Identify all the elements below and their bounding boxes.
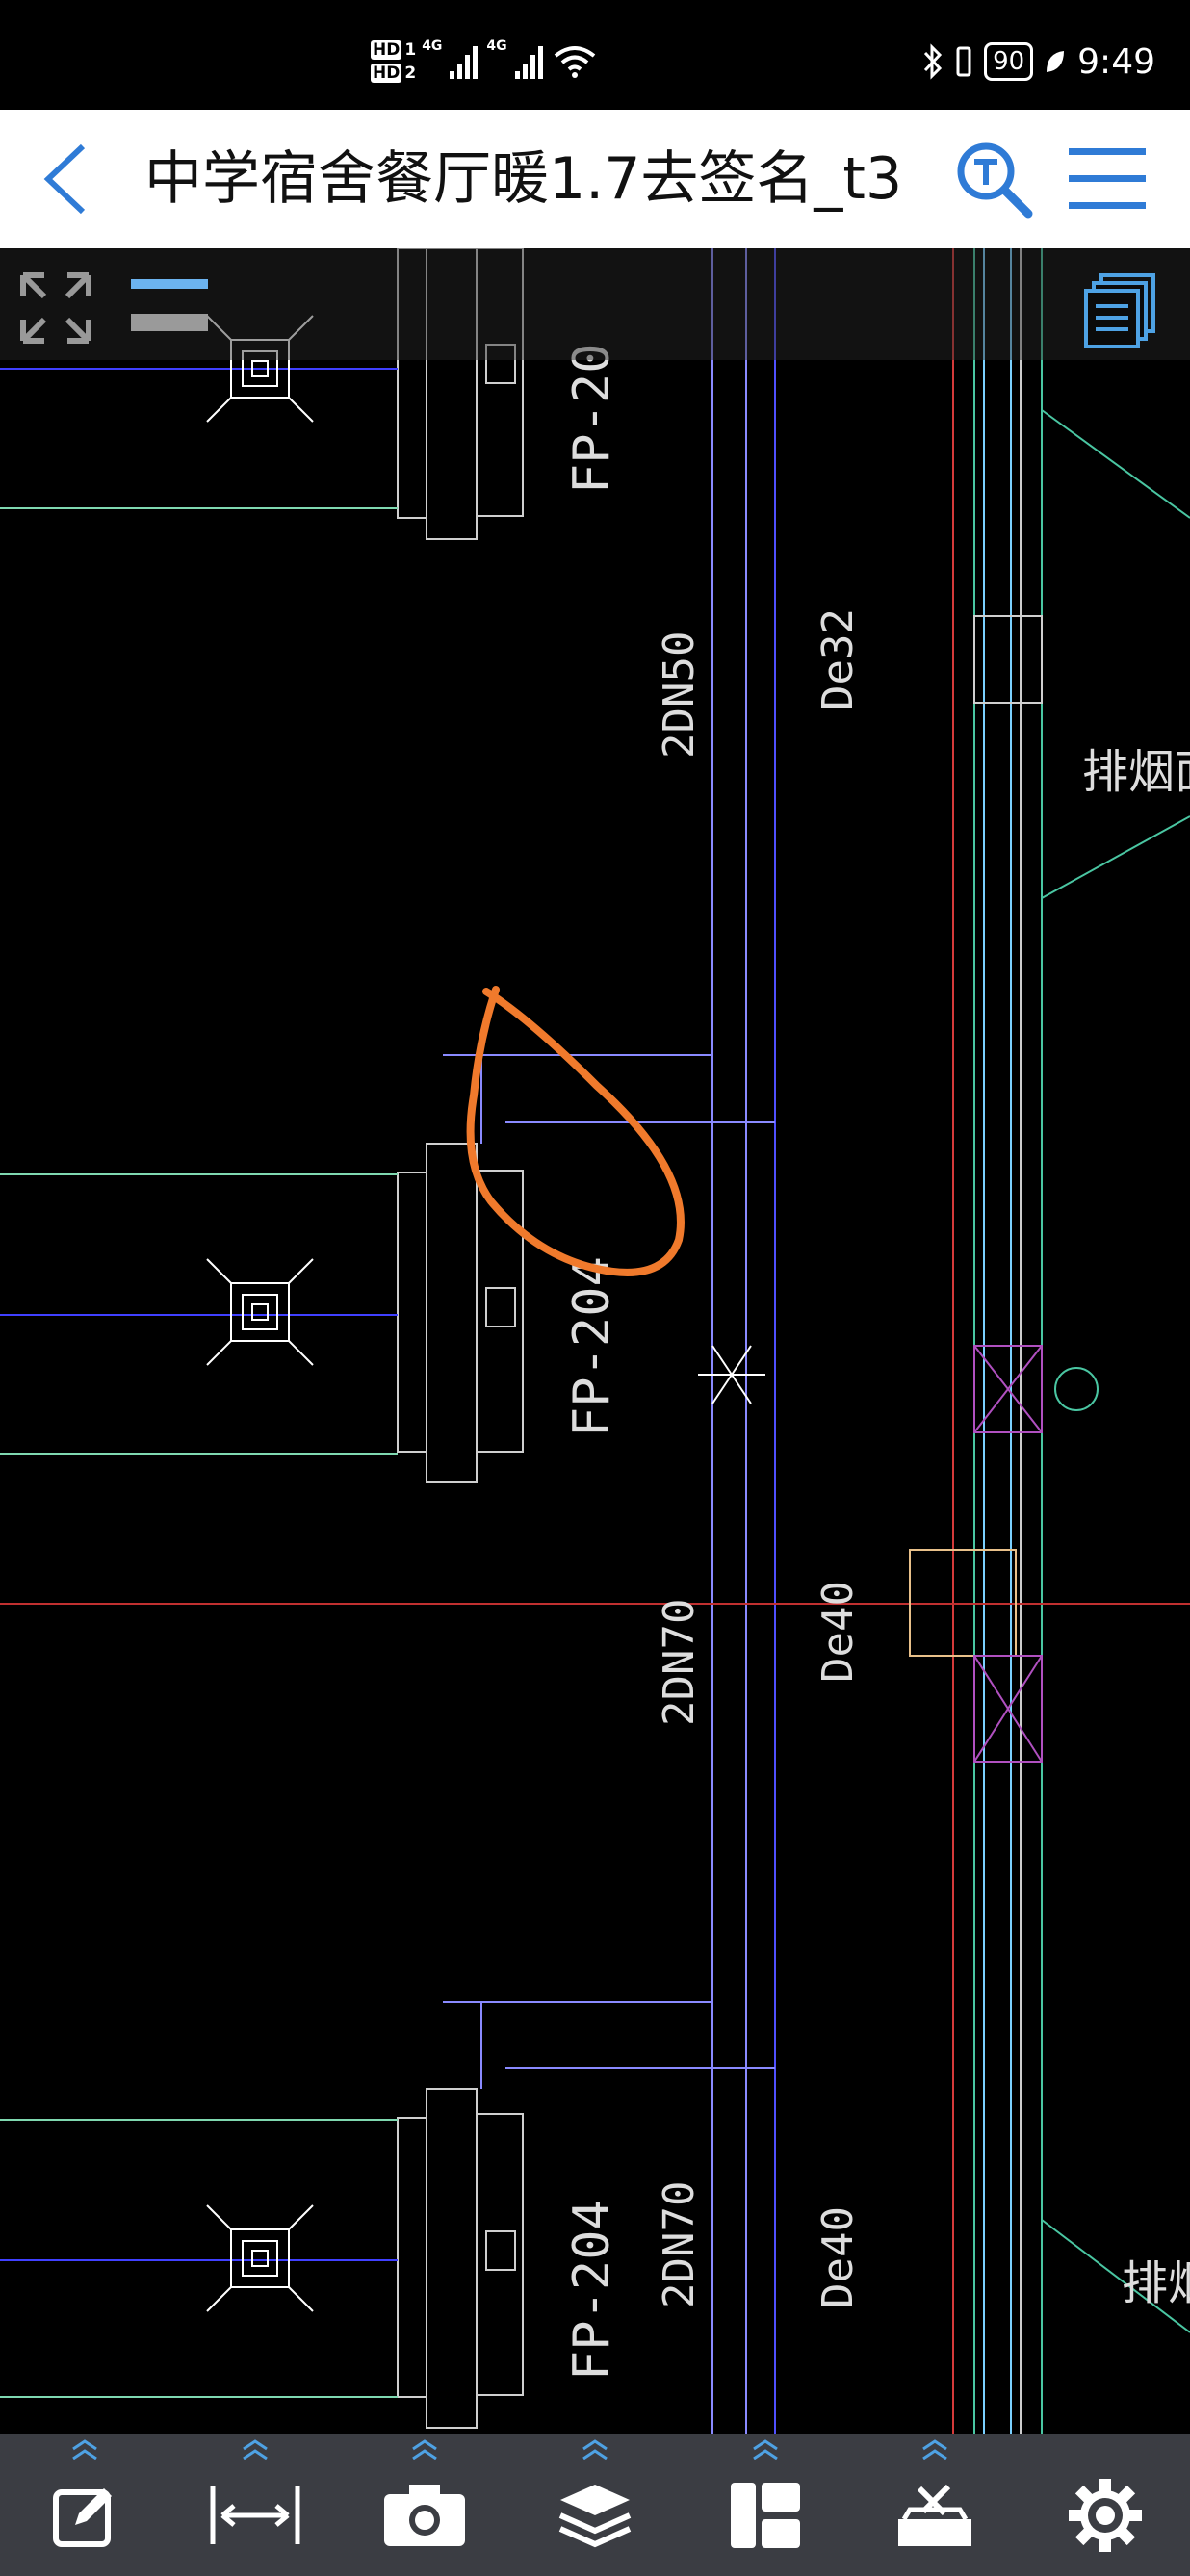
signal-icon — [514, 46, 543, 79]
layers-tool-button[interactable] — [510, 2434, 681, 2576]
signal-icon — [450, 46, 479, 79]
chevron-up-icon — [243, 2439, 268, 2460]
measure-tool-button[interactable] — [170, 2434, 341, 2576]
battery-level: 90 — [984, 42, 1034, 81]
chevron-up-icon — [922, 2439, 948, 2460]
menu-button[interactable] — [1069, 144, 1146, 214]
air-diffuser-mid — [206, 1258, 314, 1366]
pipe-size-label: 2DN50 — [655, 631, 704, 759]
camera-tool-button[interactable] — [340, 2434, 510, 2576]
pipe-size-label: De40 — [814, 2206, 863, 2308]
layout-icon — [730, 2483, 800, 2548]
unit-label-top: FP-20 — [563, 343, 621, 494]
sim1-indicator: HD 1 — [371, 40, 417, 60]
network-type-2: 4G — [486, 39, 507, 54]
smoke-exhaust-label: 排烟 — [1122, 2256, 1190, 2310]
hamburger-menu-icon — [1069, 148, 1146, 209]
layers-icon — [558, 2485, 632, 2548]
layer-toggle-button[interactable] — [129, 275, 210, 335]
bottom-toolbar — [0, 2434, 1190, 2576]
air-diffuser-bottom — [206, 2204, 314, 2312]
back-arrow-icon — [43, 143, 86, 215]
layout-tool-button[interactable] — [680, 2434, 850, 2576]
text-search-icon — [957, 142, 1033, 219]
layout-list-button[interactable] — [1082, 271, 1159, 348]
unit-label-bottom: FP-204 — [563, 2200, 621, 2381]
chevron-up-icon — [72, 2439, 98, 2460]
settings-icon — [1068, 2479, 1142, 2552]
toolbox-icon — [898, 2484, 972, 2546]
duct-valves — [698, 615, 1099, 1763]
fullscreen-button[interactable] — [17, 270, 94, 347]
edit-icon — [53, 2488, 113, 2547]
annotation-circle — [466, 986, 685, 1276]
wifi-icon — [554, 46, 595, 78]
chevron-up-icon — [582, 2439, 608, 2460]
unit-label-mid: FP-204 — [563, 1256, 621, 1437]
measure-icon — [210, 2486, 300, 2544]
bluetooth-icon — [923, 43, 943, 80]
vibrate-icon — [956, 46, 971, 77]
text-search-button[interactable] — [953, 139, 1034, 219]
clock: 9:49 — [1077, 41, 1155, 82]
camera-icon — [384, 2485, 466, 2546]
pipe-size-label: De32 — [814, 608, 863, 710]
smoke-exhaust-label: 排烟面 — [1082, 745, 1190, 799]
drawing-title: 中学宿舍餐厅暖1.7去签名_t3 — [144, 145, 903, 213]
power-saving-leaf-icon — [1047, 51, 1065, 72]
cad-overlay-toolbar — [0, 248, 1190, 360]
vertical-pipes — [711, 248, 1043, 2434]
expand-icon — [20, 272, 91, 344]
layer-lines-icon — [131, 279, 208, 331]
chevron-up-icon — [752, 2439, 778, 2460]
back-button[interactable] — [33, 139, 100, 219]
network-type-1: 4G — [422, 39, 443, 54]
edit-tool-button[interactable] — [0, 2434, 170, 2576]
toolbox-tool-button[interactable] — [850, 2434, 1021, 2576]
sim2-indicator: HD 2 — [371, 64, 417, 83]
app-header: 中学宿舍餐厅暖1.7去签名_t3 — [0, 110, 1190, 248]
cad-drawing-canvas[interactable]: FP-20 FP-204 FP-204 2DN50 De32 2DN70 De4… — [0, 248, 1190, 2434]
settings-tool-button[interactable] — [1020, 2434, 1190, 2576]
pipe-size-label: De40 — [814, 1581, 863, 1683]
chevron-up-icon — [412, 2439, 438, 2460]
pipe-size-label: 2DN70 — [655, 1599, 704, 1726]
stacked-pages-icon — [1084, 273, 1155, 348]
pipe-size-label: 2DN70 — [655, 2181, 704, 2308]
status-bar: HD 1 HD 2 4G 4G 90 9:49 — [0, 0, 1190, 110]
